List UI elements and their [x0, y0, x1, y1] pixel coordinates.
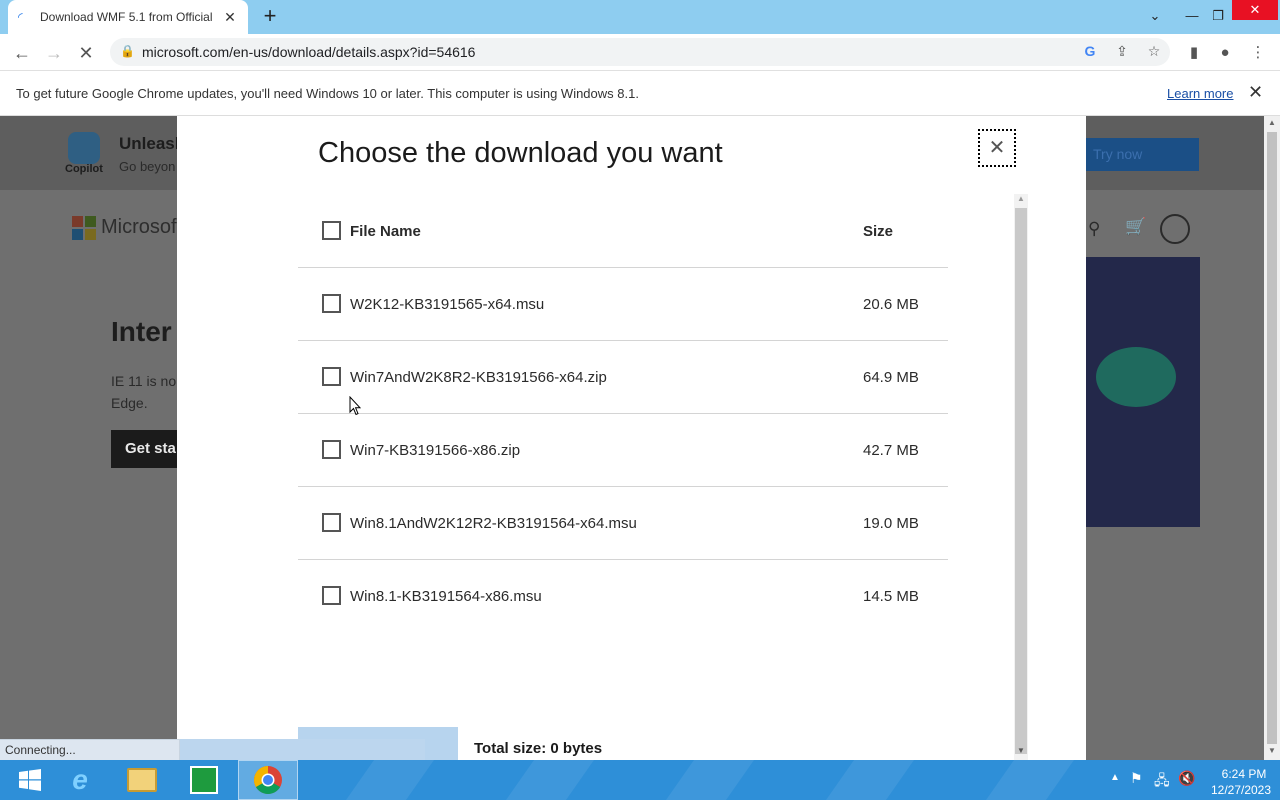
taskbar-file-explorer[interactable]: [112, 760, 172, 800]
file-checkbox[interactable]: [322, 367, 341, 386]
google-translate-icon[interactable]: G: [1080, 43, 1100, 63]
tab-close-icon[interactable]: ✕: [222, 9, 238, 26]
back-button[interactable]: ←: [9, 40, 35, 66]
mouse-cursor-icon: [349, 396, 361, 416]
file-size: 64.9 MB: [863, 369, 919, 386]
file-size: 14.5 MB: [863, 588, 919, 605]
copilot-logo-icon: [68, 132, 100, 164]
status-bubble: Connecting...: [0, 739, 180, 760]
scroll-down-icon[interactable]: ▼: [1268, 746, 1276, 755]
file-name: Win7-KB3191566-x86.zip: [350, 442, 521, 459]
tab-search-icon[interactable]: ⌄: [1141, 2, 1169, 30]
file-checkbox[interactable]: [322, 440, 341, 459]
download-dialog: Choose the download you want ✕ File Name…: [177, 116, 1086, 760]
store-icon: [190, 766, 218, 794]
stop-loading-button[interactable]: ✕: [73, 40, 99, 66]
status-bar-extension: [180, 739, 425, 760]
total-size: Total size: 0 bytes: [474, 740, 603, 757]
account-icon: [1160, 214, 1190, 244]
share-icon[interactable]: ⇪: [1112, 43, 1132, 63]
divider: [298, 559, 948, 560]
bookmark-star-icon[interactable]: ☆: [1144, 43, 1164, 63]
search-icon: ⚲: [1088, 219, 1101, 238]
info-message: To get future Google Chrome updates, you…: [16, 86, 639, 101]
microsoft-brand-text: Microsoft: [101, 216, 183, 238]
restore-button[interactable]: ❐: [1204, 2, 1232, 30]
network-icon[interactable]: 🖧: [1154, 770, 1170, 794]
tab-strip: ◜ Download WMF 5.1 from Official ✕ + ⌄ —…: [0, 0, 1280, 34]
column-header-size: Size: [863, 223, 894, 240]
learn-more-link[interactable]: Learn more: [1167, 86, 1233, 101]
file-name: Win8.1AndW2K12R2-KB3191564-x64.msu: [350, 515, 637, 532]
address-bar[interactable]: 🔒 microsoft.com/en-us/download/details.a…: [110, 38, 1170, 66]
scroll-down-icon[interactable]: ▼: [1017, 746, 1025, 755]
divider: [298, 340, 948, 341]
scroll-up-icon[interactable]: ▲: [1017, 194, 1025, 203]
file-checkbox[interactable]: [322, 513, 341, 532]
browser-toolbar: ← → ✕ 🔒 microsoft.com/en-us/download/det…: [0, 34, 1280, 71]
menu-kebab-icon[interactable]: ⋮: [1247, 42, 1269, 64]
dialog-title: Choose the download you want: [318, 137, 723, 169]
dialog-close-button[interactable]: ✕: [978, 129, 1016, 167]
scrollbar-thumb[interactable]: [1267, 132, 1277, 744]
get-started-button: Get sta: [111, 430, 181, 468]
banner-title: Unleash: [119, 134, 186, 153]
body-line: Edge.: [111, 395, 148, 411]
divider: [298, 486, 948, 487]
windows-logo-icon: [19, 769, 41, 791]
forward-button[interactable]: →: [41, 40, 67, 66]
system-tray: ▲ ⚑ 🖧 🔇: [1104, 760, 1214, 800]
info-close-icon[interactable]: ✕: [1248, 82, 1263, 103]
file-checkbox[interactable]: [322, 294, 341, 313]
file-name: Win7AndW2K8R2-KB3191566-x64.zip: [350, 369, 607, 386]
clock-time[interactable]: 6:24 PM: [1214, 767, 1274, 781]
microsoft-logo-icon: [72, 216, 96, 240]
scrollbar-thumb[interactable]: [1015, 208, 1027, 754]
chrome-icon: [254, 766, 282, 794]
body-line: IE 11 is no: [111, 373, 177, 389]
taskbar-store[interactable]: [174, 760, 234, 800]
lock-icon[interactable]: 🔒: [120, 44, 135, 58]
divider: [298, 413, 948, 414]
internet-explorer-icon: e: [72, 764, 88, 795]
divider: [298, 267, 948, 268]
file-name: Win8.1-KB3191564-x86.msu: [350, 588, 542, 605]
try-now-button: Try now: [1084, 138, 1199, 171]
close-icon: ✕: [988, 137, 1006, 159]
hero-image: [1086, 257, 1200, 527]
folder-icon: [127, 768, 157, 792]
clock-date[interactable]: 12/27/2023: [1208, 783, 1274, 797]
taskbar-chrome[interactable]: [238, 760, 298, 800]
volume-muted-icon[interactable]: 🔇: [1178, 770, 1195, 787]
url-text[interactable]: microsoft.com/en-us/download/details.asp…: [142, 44, 475, 60]
copilot-label: Copilot: [65, 163, 103, 175]
dialog-scrollbar[interactable]: ▲ ▼: [1014, 194, 1028, 760]
page-body-text: IE 11 is no Edge.: [111, 370, 176, 414]
action-center-flag-icon[interactable]: ⚑: [1130, 770, 1143, 787]
window-close-button[interactable]: ✕: [1232, 0, 1278, 20]
select-all-checkbox[interactable]: [322, 221, 341, 240]
side-panel-icon[interactable]: ▮: [1183, 42, 1205, 64]
scroll-up-icon[interactable]: ▲: [1268, 118, 1276, 127]
file-size: 19.0 MB: [863, 515, 919, 532]
file-size: 20.6 MB: [863, 296, 919, 313]
file-name: W2K12-KB3191565-x64.msu: [350, 296, 545, 313]
banner-subtitle: Go beyon: [119, 159, 176, 174]
page-heading: Inter: [111, 316, 172, 347]
column-header-file-name: File Name: [350, 223, 421, 240]
new-tab-button[interactable]: +: [258, 5, 282, 29]
windows-taskbar: e ▲ ⚑ 🖧 🔇 6:24 PM 12/27/2023: [0, 760, 1280, 800]
minimize-button[interactable]: —: [1178, 2, 1206, 30]
taskbar-ie[interactable]: e: [50, 760, 110, 800]
show-hidden-icons[interactable]: ▲: [1110, 772, 1120, 783]
file-size: 42.7 MB: [863, 442, 919, 459]
profile-avatar-icon[interactable]: ●: [1214, 42, 1236, 64]
file-checkbox[interactable]: [322, 586, 341, 605]
loading-spinner-icon: ◜: [18, 10, 23, 24]
update-info-bar: To get future Google Chrome updates, you…: [0, 71, 1280, 116]
page-scrollbar[interactable]: ▲ ▼: [1264, 116, 1280, 760]
cart-icon: 🛒: [1125, 217, 1147, 236]
tab-title: Download WMF 5.1 from Official: [40, 10, 213, 24]
browser-tab[interactable]: ◜ Download WMF 5.1 from Official ✕: [8, 0, 248, 34]
